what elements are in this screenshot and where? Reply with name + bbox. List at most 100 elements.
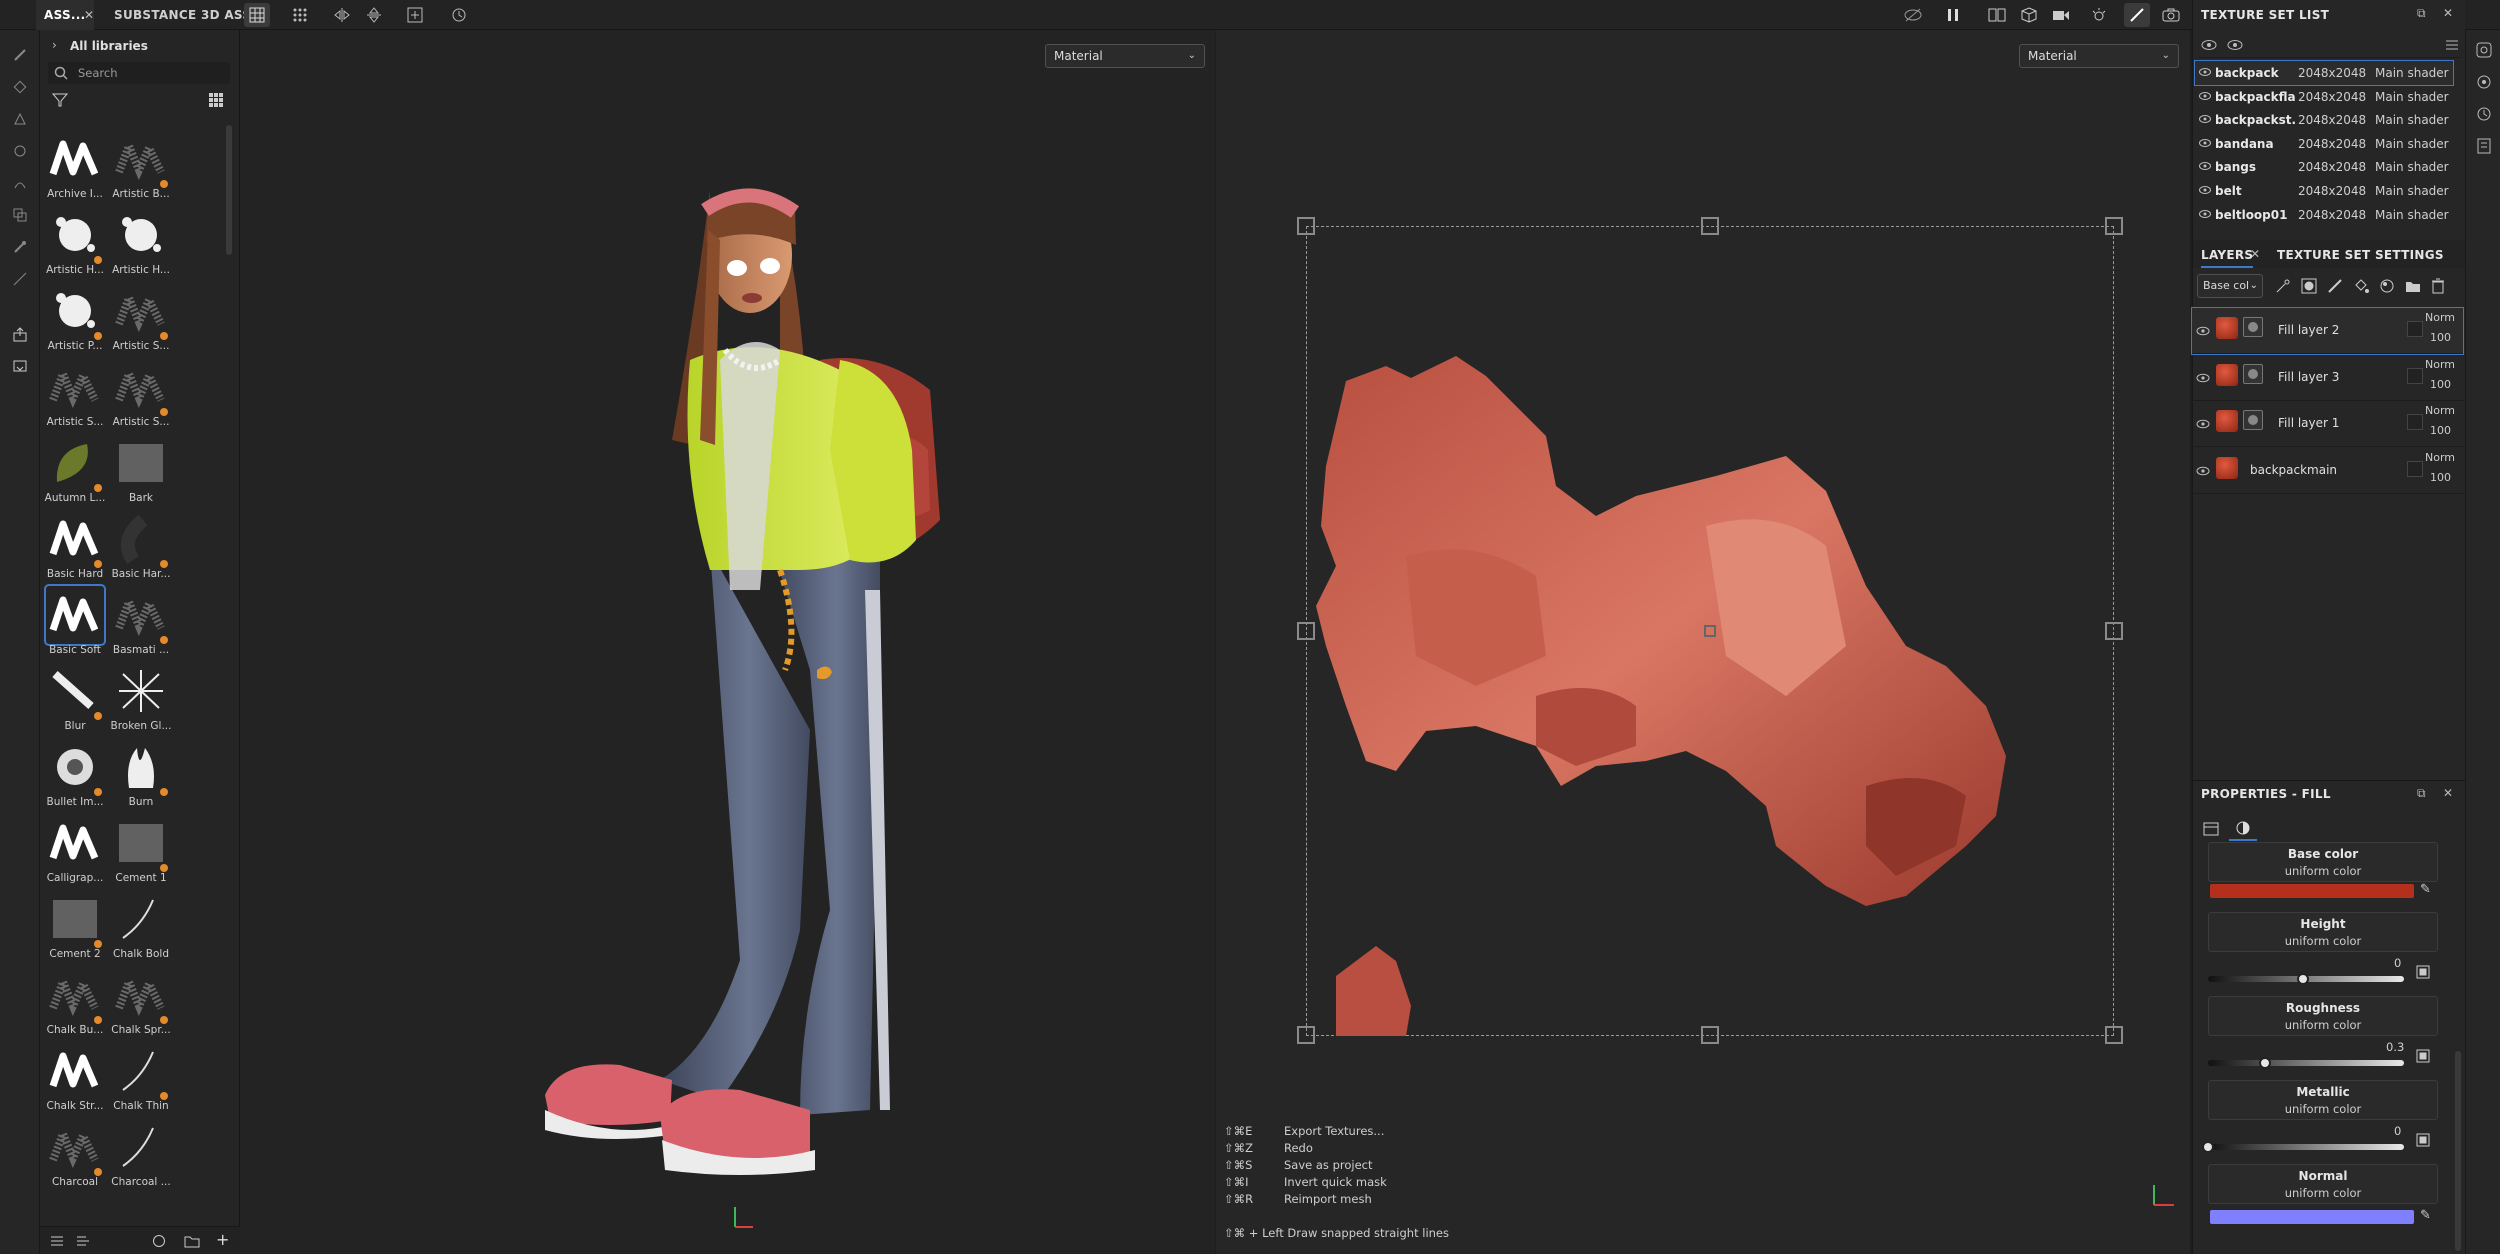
split-view-icon[interactable] — [1984, 3, 2010, 27]
layer-opacity[interactable]: 100 — [2430, 331, 2451, 344]
asset-item[interactable]: Artistic H... — [42, 204, 108, 280]
texture-set-row[interactable]: belt 2048x2048 Main shader — [2195, 179, 2453, 203]
transform-handle[interactable] — [1701, 1026, 1719, 1044]
scrollbar[interactable] — [226, 125, 232, 255]
picker-icon[interactable] — [8, 236, 32, 258]
asset-item[interactable]: Autumn L... — [42, 432, 108, 508]
height-map-icon[interactable] — [2416, 964, 2430, 983]
eye-icon[interactable] — [2199, 185, 2211, 195]
layer-mask-thumbnail[interactable] — [2243, 410, 2263, 430]
asset-item[interactable]: Cement 2 — [42, 888, 108, 964]
layer-visibility-icon[interactable] — [2196, 373, 2210, 383]
close-icon[interactable]: ✕ — [84, 8, 94, 22]
eye-icon[interactable] — [2199, 209, 2211, 219]
asset-item[interactable]: Artistic P... — [42, 280, 108, 356]
log-icon[interactable] — [2476, 138, 2492, 158]
eye-icon[interactable] — [2199, 91, 2211, 101]
roughness-slider[interactable] — [2208, 1057, 2404, 1069]
transform-handle[interactable] — [2105, 622, 2123, 640]
eye-icon[interactable] — [2199, 114, 2211, 124]
eraser-icon[interactable] — [8, 76, 32, 98]
add-frame-icon[interactable] — [402, 3, 428, 27]
layer-visibility-icon[interactable] — [2196, 326, 2210, 336]
close-icon[interactable]: ✕ — [2443, 786, 2453, 800]
asset-item[interactable]: Artistic B... — [108, 128, 174, 204]
add-paint-layer-icon[interactable] — [2327, 278, 2343, 298]
layer-checkbox[interactable] — [2407, 460, 2423, 477]
transform-center-handle[interactable] — [1704, 625, 1716, 637]
asset-item[interactable]: Artistic S... — [42, 356, 108, 432]
smart-material-icon[interactable] — [2379, 278, 2395, 298]
asset-item[interactable]: Bullet Im... — [42, 736, 108, 812]
search-input[interactable]: Search — [78, 66, 118, 80]
eye-icon[interactable] — [2227, 36, 2243, 55]
layer-checkbox[interactable] — [2407, 414, 2423, 430]
grid-view-icon[interactable] — [208, 92, 224, 112]
add-fill-layer-icon[interactable] — [2353, 278, 2369, 298]
transform-handle[interactable] — [1701, 217, 1719, 235]
search-field[interactable]: Search — [48, 62, 230, 84]
display-settings-icon[interactable] — [2476, 74, 2492, 94]
eye-icon[interactable] — [2199, 138, 2211, 148]
folder-icon[interactable] — [184, 1233, 200, 1252]
tab-layers[interactable]: LAYERS — [2201, 248, 2254, 268]
symmetry-icon[interactable] — [329, 3, 355, 27]
base-color-swatch[interactable] — [2210, 884, 2414, 898]
layer-checkbox[interactable] — [2407, 367, 2423, 384]
asset-item[interactable]: Charcoal ... — [108, 1116, 174, 1192]
pause-icon[interactable] — [1940, 3, 1966, 27]
asset-item[interactable]: Cement 1 — [108, 812, 174, 888]
asset-item[interactable]: Bark — [108, 432, 174, 508]
roughness-slider-knob[interactable] — [2259, 1057, 2271, 1069]
eye-off-icon[interactable] — [1900, 3, 1926, 27]
add-folder-icon[interactable] — [2405, 278, 2421, 298]
asset-item[interactable]: Artistic S... — [108, 356, 174, 432]
transform-handle[interactable] — [2105, 217, 2123, 235]
screenshot-camera-icon[interactable] — [2158, 3, 2184, 27]
tab-texture-set-settings[interactable]: TEXTURE SET SETTINGS — [2277, 248, 2444, 262]
layer-blend-mode[interactable]: Norm — [2425, 451, 2455, 464]
viewport-2d[interactable]: Material ⌄ ⇧⌘E Export Textures... ⇧⌘Z Redo ⇧… — [1216, 30, 2190, 1254]
texture-set-icon[interactable] — [2476, 42, 2492, 62]
delete-layer-icon[interactable] — [2431, 278, 2445, 298]
viewport-2d-mode-select[interactable]: Material ⌄ — [2019, 44, 2179, 68]
eyedropper-icon[interactable]: ✎ — [2420, 882, 2431, 897]
eyedropper-icon[interactable]: ✎ — [2420, 1208, 2431, 1223]
paint-brush-icon[interactable] — [8, 44, 32, 66]
asset-item[interactable]: Blur — [42, 660, 108, 736]
channel-select[interactable]: Base col ⌄ — [2197, 274, 2263, 298]
metallic-value[interactable]: 0 — [2394, 1124, 2401, 1138]
breadcrumb[interactable]: All libraries — [70, 39, 148, 53]
symmetry-vertical-icon[interactable] — [361, 3, 387, 27]
layer-opacity[interactable]: 100 — [2430, 378, 2451, 391]
texture-set-row[interactable]: backpackflap2048x2048 Main shader — [2195, 85, 2453, 109]
brush-tool-icon[interactable] — [2124, 3, 2150, 27]
undock-icon[interactable]: ⧉ — [2417, 6, 2426, 21]
asset-item[interactable]: Basic Hard — [42, 508, 108, 584]
smudge-icon[interactable] — [8, 172, 32, 194]
asset-item[interactable]: Chalk Spr... — [108, 964, 174, 1040]
metallic-slider[interactable] — [2202, 1141, 2404, 1153]
transform-handle[interactable] — [1297, 217, 1315, 235]
layer-name[interactable]: backpackmain — [2250, 463, 2337, 477]
metallic-slider-knob[interactable] — [2202, 1141, 2214, 1153]
layer-mask-thumbnail[interactable] — [2243, 363, 2263, 384]
asset-item[interactable]: Basic Soft — [42, 584, 108, 660]
layer-blend-mode[interactable]: Norm — [2425, 404, 2455, 417]
transform-handle[interactable] — [1297, 1026, 1315, 1044]
layer-checkbox[interactable] — [2407, 321, 2423, 337]
tab-material-properties[interactable] — [2229, 815, 2257, 841]
height-slider[interactable] — [2208, 973, 2404, 985]
eye-visibility-icon[interactable] — [2201, 36, 2217, 55]
add-effect-icon[interactable] — [2275, 278, 2291, 298]
asset-item[interactable]: Broken Gl... — [108, 660, 174, 736]
layer-visibility-icon[interactable] — [2196, 466, 2210, 476]
asset-item[interactable]: Burn — [108, 736, 174, 812]
layer-opacity[interactable]: 100 — [2430, 424, 2451, 437]
height-value[interactable]: 0 — [2394, 956, 2401, 970]
asset-item[interactable]: Chalk Bold — [108, 888, 174, 964]
layer-name[interactable]: Fill layer 2 — [2278, 323, 2339, 337]
asset-item[interactable]: Artistic S... — [108, 280, 174, 356]
close-icon[interactable]: ✕ — [2443, 6, 2453, 20]
layer-row[interactable]: Fill layer 3 Norm 100 — [2192, 355, 2463, 401]
